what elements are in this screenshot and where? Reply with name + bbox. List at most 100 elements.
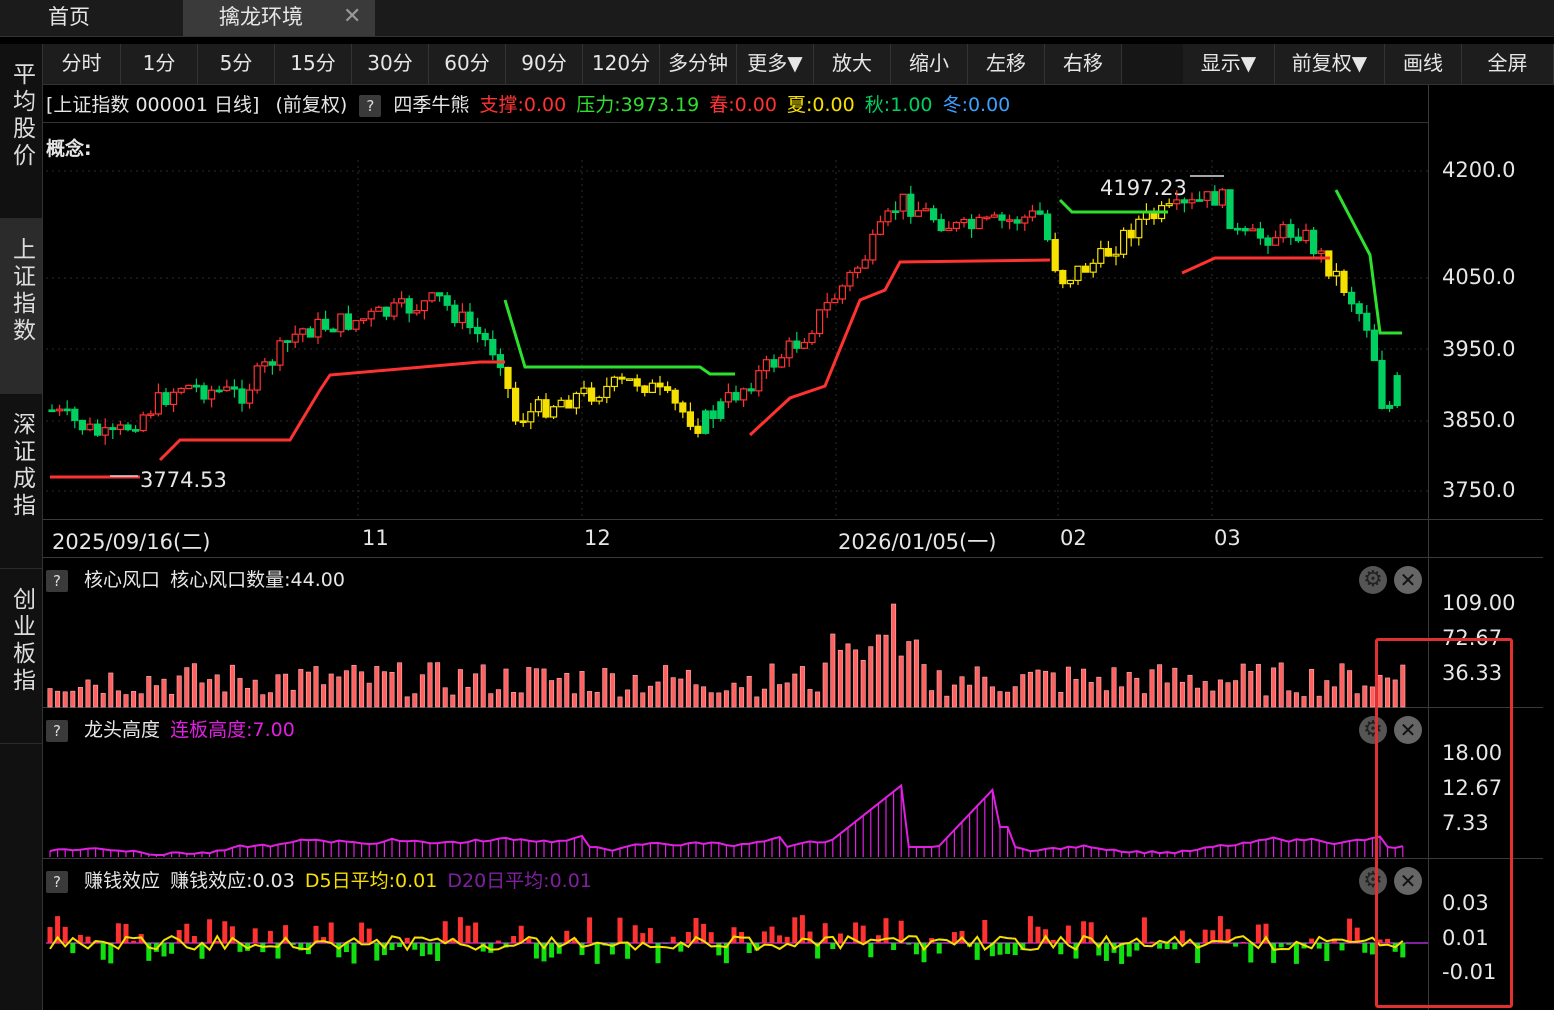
- candle-body: [907, 193, 915, 217]
- candle-body: [679, 402, 687, 413]
- volume-bar: [982, 676, 988, 708]
- candle-body: [747, 388, 755, 392]
- candle-body: [170, 391, 178, 406]
- volume-bar: [860, 659, 866, 708]
- volume-bar: [115, 690, 121, 708]
- volume-bar: [1369, 686, 1375, 708]
- volume-bar: [1058, 692, 1064, 708]
- profit-bar: [1058, 943, 1064, 955]
- candle-body: [534, 399, 543, 413]
- candle-body: [656, 382, 664, 388]
- candle-body: [268, 361, 276, 366]
- volume-bar: [442, 687, 448, 708]
- volume-bar: [655, 681, 661, 708]
- candle-body: [1005, 219, 1014, 222]
- candle-body: [367, 310, 375, 320]
- volume-bar: [1331, 686, 1337, 708]
- volume-bar: [1248, 671, 1254, 708]
- profit-bar: [1362, 943, 1368, 953]
- profit-bar: [617, 917, 623, 943]
- profit-bar: [1347, 918, 1353, 943]
- candle-body: [86, 423, 94, 431]
- candle-body: [1188, 199, 1196, 204]
- profit-bar: [1248, 943, 1254, 963]
- candle-body: [436, 292, 444, 297]
- volume-bar: [518, 692, 524, 708]
- volume-bar: [647, 685, 653, 708]
- volume-bar: [761, 688, 767, 708]
- candle-body: [542, 399, 550, 418]
- volume-bar: [868, 646, 874, 708]
- profit-bar: [860, 925, 866, 943]
- candle-body: [815, 309, 824, 335]
- candle-body: [504, 366, 512, 389]
- candle-body: [876, 221, 885, 235]
- volume-bar: [746, 676, 752, 708]
- candle-body: [1385, 404, 1394, 409]
- volume-bar: [1096, 676, 1102, 708]
- candle-body: [549, 406, 558, 418]
- profit-bar: [267, 930, 273, 943]
- profit-bar: [837, 933, 843, 943]
- candle-body: [71, 408, 79, 422]
- volume-bar: [1347, 670, 1353, 708]
- candle-body: [458, 311, 466, 324]
- profit-bar: [1050, 939, 1056, 943]
- volume-bar: [55, 690, 61, 708]
- candle-body: [337, 313, 345, 333]
- candle-body: [580, 387, 588, 395]
- candle-body: [732, 392, 740, 401]
- profit-bar: [982, 920, 988, 943]
- candle-body: [1097, 247, 1105, 264]
- candle-body: [481, 332, 489, 341]
- volume-bar: [906, 641, 912, 708]
- candle-body: [633, 378, 641, 387]
- chart-canvas: [46, 160, 1428, 964]
- volume-bar: [1172, 667, 1178, 708]
- profit-bar: [1157, 943, 1163, 949]
- profit-bar: [1278, 943, 1284, 948]
- candle-body: [1271, 237, 1280, 246]
- volume-bar: [153, 685, 159, 708]
- volume-bar: [351, 664, 357, 708]
- volume-bar: [1255, 664, 1261, 708]
- profit-bar: [313, 925, 319, 943]
- candle-body: [276, 340, 284, 366]
- profit-bar: [1164, 943, 1170, 949]
- candle-body: [322, 318, 330, 330]
- profit-bar: [1217, 916, 1223, 943]
- candle-body: [975, 216, 983, 230]
- profit-bar: [974, 943, 980, 960]
- profit-bar: [549, 943, 555, 958]
- candle-body: [360, 318, 368, 322]
- volume-bar: [959, 676, 965, 708]
- candle-body: [489, 338, 497, 356]
- volume-bar: [1187, 674, 1193, 708]
- volume-bar: [1271, 667, 1277, 708]
- candle-body: [1309, 229, 1318, 255]
- candle-body: [246, 389, 254, 404]
- profit-bar: [792, 917, 798, 943]
- volume-bar: [70, 690, 76, 708]
- profit-bar: [161, 943, 167, 957]
- candle-body: [1066, 279, 1075, 285]
- profit-bar: [169, 943, 175, 954]
- volume-bar: [587, 691, 593, 708]
- candle-body: [663, 386, 672, 391]
- profit-bar: [495, 940, 501, 943]
- volume-bar: [267, 692, 273, 708]
- profit-bar: [533, 943, 539, 959]
- volume-bar: [830, 633, 836, 708]
- volume-bar: [161, 678, 167, 708]
- candle-body: [1340, 270, 1348, 293]
- candle-body: [101, 427, 109, 436]
- volume-bar: [936, 670, 942, 708]
- volume-bar: [1293, 692, 1299, 708]
- volume-bar: [381, 671, 387, 708]
- volume-bar: [1233, 680, 1239, 708]
- volume-bar: [701, 686, 707, 708]
- candle-body: [124, 424, 132, 431]
- volume-bar: [1202, 681, 1208, 708]
- volume-bar: [191, 663, 197, 708]
- volume-bar: [1088, 682, 1094, 708]
